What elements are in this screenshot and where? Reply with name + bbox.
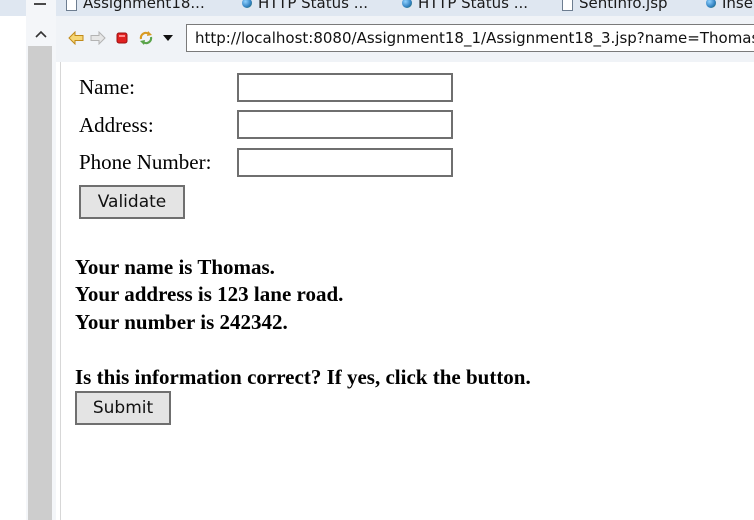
collapse-button[interactable] bbox=[30, 24, 52, 44]
forward-button[interactable] bbox=[90, 30, 106, 46]
globe-icon bbox=[242, 0, 252, 8]
left-gutter bbox=[0, 16, 26, 520]
globe-icon bbox=[402, 0, 412, 8]
tab-label: HTTP Status ... bbox=[258, 0, 369, 12]
globe-icon bbox=[706, 0, 716, 8]
tab-http-status-2[interactable]: HTTP Status ... bbox=[402, 0, 528, 13]
page-content: Name: Address: Phone Number: Validate Yo… bbox=[61, 62, 754, 520]
eclipse-browser-window: Assignment18... HTTP Status ... HTTP Sta… bbox=[0, 0, 754, 520]
forward-arrow-icon bbox=[90, 31, 106, 45]
result-number: Your number is 242342. bbox=[75, 310, 288, 334]
address-label: Address: bbox=[79, 113, 154, 137]
jsp-file-icon bbox=[66, 0, 77, 11]
tab-label: Assignment18... bbox=[83, 0, 205, 12]
name-label: Name: bbox=[79, 75, 135, 99]
jsp-file-icon bbox=[562, 0, 573, 11]
validate-button[interactable]: Validate bbox=[79, 185, 185, 219]
back-button[interactable] bbox=[68, 30, 84, 46]
tab-label: Inse bbox=[722, 0, 753, 12]
result-name: Your name is Thomas. bbox=[75, 255, 275, 279]
minimize-icon bbox=[34, 3, 46, 5]
submit-button[interactable]: Submit bbox=[75, 391, 171, 425]
stop-icon bbox=[116, 32, 128, 44]
tab-http-status-1[interactable]: HTTP Status ... bbox=[242, 0, 368, 13]
confirm-prompt: Is this information correct? If yes, cli… bbox=[75, 365, 531, 389]
result-address: Your address is 123 lane road. bbox=[75, 282, 344, 306]
editor-tab-strip: Assignment18... HTTP Status ... HTTP Sta… bbox=[0, 0, 754, 16]
tab-label: HTTP Status ... bbox=[418, 0, 529, 12]
history-dropdown-button[interactable] bbox=[160, 30, 176, 46]
minimize-button[interactable] bbox=[26, 0, 56, 16]
tab-assignment18[interactable]: Assignment18... bbox=[66, 0, 205, 13]
dropdown-arrow-icon bbox=[163, 35, 173, 41]
url-bar[interactable] bbox=[186, 24, 754, 52]
tab-label: SentInfo.jsp bbox=[579, 0, 668, 12]
stop-button[interactable] bbox=[114, 30, 130, 46]
address-input[interactable] bbox=[237, 110, 453, 139]
tab-inse[interactable]: Inse bbox=[706, 0, 753, 13]
chevron-up-icon bbox=[35, 30, 47, 38]
refresh-button[interactable] bbox=[138, 30, 154, 46]
refresh-icon bbox=[139, 31, 153, 45]
url-input[interactable] bbox=[187, 25, 754, 51]
vertical-scrollbar[interactable] bbox=[28, 46, 52, 520]
name-input[interactable] bbox=[237, 73, 453, 102]
phone-label: Phone Number: bbox=[79, 150, 212, 174]
phone-input[interactable] bbox=[237, 148, 453, 177]
back-arrow-icon bbox=[68, 31, 84, 45]
tab-sentinfo[interactable]: SentInfo.jsp bbox=[562, 0, 668, 13]
